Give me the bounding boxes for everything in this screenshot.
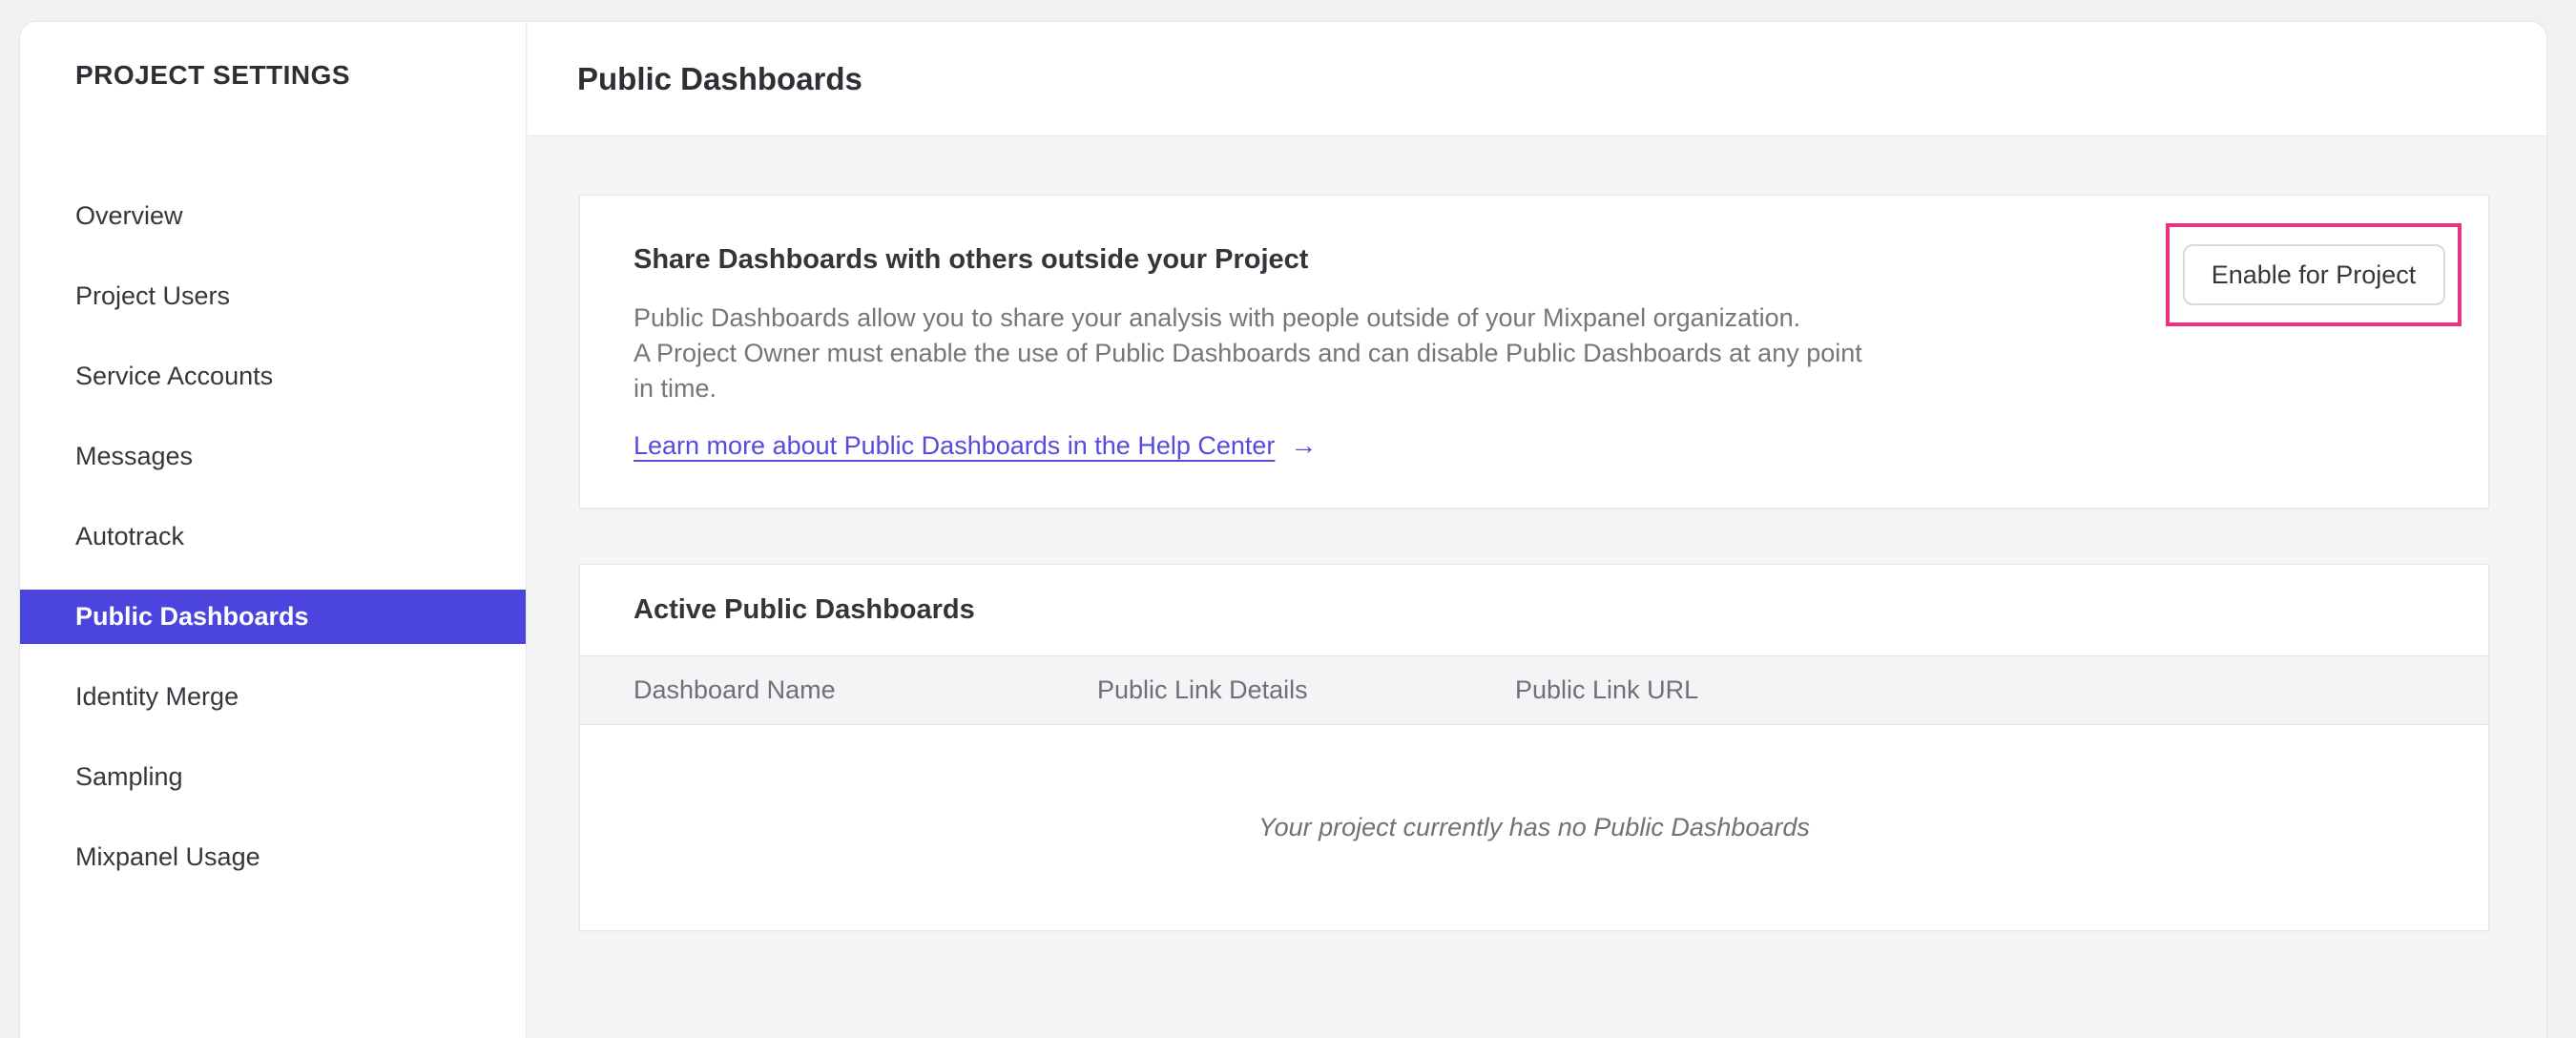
column-header-public-link-url: Public Link URL: [1515, 675, 1699, 704]
settings-page-container: PROJECT SETTINGS Overview Project Users …: [19, 21, 2547, 1038]
help-center-link[interactable]: Learn more about Public Dashboards in th…: [634, 431, 1275, 461]
sidebar-item-label: Overview: [75, 201, 183, 230]
sidebar-item-messages[interactable]: Messages: [20, 429, 526, 484]
dashboards-table-header: Dashboard Name Public Link Details Publi…: [580, 655, 2488, 725]
screen: PROJECT SETTINGS Overview Project Users …: [0, 0, 2576, 1038]
enable-for-project-button[interactable]: Enable for Project: [2182, 244, 2445, 305]
sidebar-item-label: Identity Merge: [75, 682, 239, 711]
empty-state-message: Your project currently has no Public Das…: [1258, 812, 1810, 841]
sidebar-item-label: Mixpanel Usage: [75, 842, 260, 871]
column-header-public-link-details: Public Link Details: [1097, 675, 1308, 704]
share-card-description-line: in time.: [634, 374, 717, 403]
sidebar-item-autotrack[interactable]: Autotrack: [20, 509, 526, 564]
sidebar-item-project-users[interactable]: Project Users: [20, 269, 526, 323]
main-header: Public Dashboards: [528, 22, 2546, 136]
sidebar-title: PROJECT SETTINGS: [75, 60, 351, 90]
sidebar-nav: Overview Project Users Service Accounts …: [20, 189, 526, 910]
sidebar-item-label: Messages: [75, 442, 194, 470]
sidebar-item-label: Sampling: [75, 762, 183, 791]
help-center-link-row: Learn more about Public Dashboards in th…: [634, 430, 2488, 461]
project-settings-sidebar: PROJECT SETTINGS Overview Project Users …: [20, 22, 527, 1038]
column-header-dashboard-name: Dashboard Name: [634, 675, 836, 704]
sidebar-item-label: Public Dashboards: [75, 602, 309, 631]
sidebar-item-overview[interactable]: Overview: [20, 189, 526, 243]
arrow-right-icon: →: [1290, 430, 1318, 460]
share-card-description-line: A Project Owner must enable the use of P…: [634, 339, 1862, 367]
sidebar-item-public-dashboards[interactable]: Public Dashboards: [20, 590, 526, 644]
sidebar-item-identity-merge[interactable]: Identity Merge: [20, 670, 526, 724]
share-dashboards-card: Share Dashboards with others outside you…: [579, 195, 2489, 509]
sidebar-item-label: Service Accounts: [75, 362, 274, 390]
sidebar-item-service-accounts[interactable]: Service Accounts: [20, 349, 526, 404]
sidebar-item-label: Project Users: [75, 281, 231, 310]
sidebar-item-label: Autotrack: [75, 522, 185, 550]
annotation-highlight-box: Enable for Project: [2166, 223, 2462, 326]
active-dashboards-title: Active Public Dashboards: [634, 594, 975, 625]
active-public-dashboards-card: Active Public Dashboards Dashboard Name …: [579, 564, 2489, 931]
sidebar-item-sampling[interactable]: Sampling: [20, 750, 526, 804]
sidebar-item-mixpanel-usage[interactable]: Mixpanel Usage: [20, 830, 526, 884]
page-title: Public Dashboards: [577, 60, 862, 96]
